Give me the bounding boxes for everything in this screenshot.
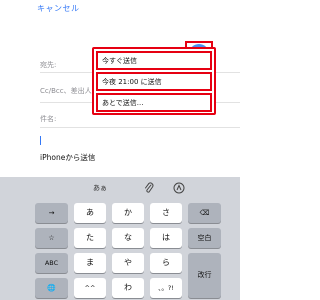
key-arrow[interactable]: → bbox=[35, 203, 68, 223]
send-options-menu: 今すぐ送信 今夜 21:00 に送信 あとで送信... bbox=[92, 47, 216, 115]
text-cursor bbox=[40, 136, 41, 145]
send-later-option[interactable]: あとで送信... bbox=[96, 93, 212, 112]
subject-label: 件名: bbox=[40, 115, 57, 123]
key-ta[interactable]: た bbox=[74, 228, 106, 248]
key-ha[interactable]: は bbox=[150, 228, 182, 248]
send-now-option[interactable]: 今すぐ送信 bbox=[96, 51, 212, 70]
key-undo[interactable]: ☆ bbox=[35, 228, 68, 248]
key-abc[interactable]: ABC bbox=[35, 253, 68, 273]
key-ma[interactable]: ま bbox=[74, 253, 106, 273]
key-na[interactable]: な bbox=[112, 228, 144, 248]
paperclip-icon[interactable] bbox=[144, 182, 154, 194]
send-tonight-option[interactable]: 今夜 21:00 に送信 bbox=[96, 72, 212, 91]
key-wa[interactable]: わ bbox=[112, 278, 144, 298]
key-return[interactable]: 改行 bbox=[188, 253, 221, 298]
nav-bar: キャンセル bbox=[0, 0, 240, 20]
key-emoticon[interactable]: ^^ bbox=[74, 278, 106, 298]
key-ya[interactable]: や bbox=[112, 253, 144, 273]
to-label: 宛先: bbox=[40, 61, 57, 69]
text-format-button[interactable]: あぁ bbox=[93, 183, 107, 193]
key-punctuation[interactable]: 、。?! bbox=[150, 278, 182, 298]
key-globe[interactable]: 🌐 bbox=[35, 278, 68, 298]
key-sa[interactable]: さ bbox=[150, 203, 182, 223]
compose-icon[interactable] bbox=[173, 182, 185, 194]
keyboard: あぁ → あ か さ ⌫ ☆ た な は 空白 ABC ま や ら 改行 🌐 ^… bbox=[0, 177, 240, 300]
mail-signature[interactable]: iPhoneから送信 bbox=[40, 152, 95, 163]
key-ra[interactable]: ら bbox=[150, 253, 182, 273]
key-delete[interactable]: ⌫ bbox=[188, 203, 221, 223]
key-ka[interactable]: か bbox=[112, 203, 144, 223]
key-a[interactable]: あ bbox=[74, 203, 106, 223]
cancel-button[interactable]: キャンセル bbox=[37, 3, 80, 14]
cc-label: Cc/Bcc、差出人: bbox=[40, 87, 94, 95]
keyboard-toolbar: あぁ bbox=[0, 177, 240, 199]
subject-divider bbox=[40, 127, 240, 128]
key-space[interactable]: 空白 bbox=[188, 228, 221, 248]
